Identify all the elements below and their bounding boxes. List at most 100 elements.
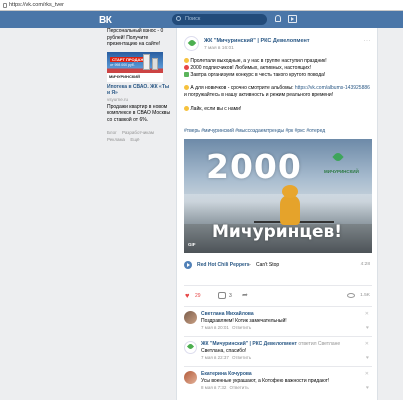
- comment-like-icon[interactable]: ♥: [366, 325, 369, 331]
- post-line-1: Пролетали выходные, а у нас в группе нас…: [184, 58, 374, 65]
- audio-track: Red Hot Chili Peppers – Can't Stop 4:28: [184, 260, 372, 272]
- post-actions: ♥ 29 3 ➦ 1.5K: [184, 291, 372, 301]
- video-big-text: 2000: [206, 147, 302, 186]
- reply-link[interactable]: Ответить: [229, 385, 248, 390]
- comment-item: Светлана Михайлова Поздравляем! Котик за…: [184, 309, 372, 337]
- search-input[interactable]: Поиск: [185, 16, 200, 22]
- comment-meta: 7 мая в 20:01 Ответить: [201, 325, 251, 330]
- views-eye-icon: [347, 293, 355, 298]
- emoji-icon: [184, 85, 189, 90]
- post-line-text: Завтра организуем конкурс в честь такого…: [190, 72, 326, 78]
- comments-count[interactable]: 3: [229, 293, 232, 299]
- post-date[interactable]: 7 мая в 16:01: [204, 46, 234, 51]
- post-text: и погружайтесь в нашу активность и режим…: [184, 91, 334, 98]
- comment-reply-to: ответил Светлане: [298, 341, 341, 347]
- footer-link-blog[interactable]: Блог: [107, 130, 117, 135]
- building-icon: [152, 57, 158, 70]
- gif-badge: GIF: [188, 242, 196, 247]
- reply-link[interactable]: Ответить: [232, 355, 251, 360]
- albums-link[interactable]: https://vk.com/albums-143925886: [295, 85, 370, 91]
- more-options-icon[interactable]: ···: [364, 38, 372, 44]
- heart-emoji-icon: [184, 65, 189, 70]
- comment-item: Екатерина Кочурова Усы военные украшают,…: [184, 369, 372, 397]
- post-line-3: Завтра организуем конкурс в честь такого…: [184, 72, 374, 79]
- vk-logo[interactable]: ВК: [99, 15, 112, 26]
- comment-like-icon[interactable]: ♥: [366, 355, 369, 361]
- post-line-text: Пролетали выходные, а у нас в группе нас…: [190, 58, 327, 64]
- comment-author[interactable]: Екатерина Кочурова: [201, 371, 252, 377]
- play-button-icon[interactable]: [184, 261, 192, 269]
- post-video-gif[interactable]: 2000 МИЧУРИНСКИЙ Мичуринцев! GIF: [184, 139, 372, 253]
- post-text: Лайк, если вы с нами!: [190, 106, 242, 112]
- comment-date[interactable]: 8 мая в 7:32: [201, 385, 226, 390]
- close-icon[interactable]: ✕: [365, 371, 369, 377]
- garfield-head: [282, 185, 298, 198]
- footer-link-more[interactable]: Ещё: [130, 137, 139, 142]
- ad-image[interactable]: СТАРТ ПРОДАЖ от 998 000 руб. МИЧУРИНСКИЙ: [107, 51, 163, 82]
- video-sky: [184, 194, 372, 224]
- building-icon: [143, 53, 150, 70]
- ad-description[interactable]: Продажи квартир в новом комплексе в СВАО…: [107, 104, 172, 124]
- lock-icon: [3, 3, 7, 8]
- divider: [184, 285, 372, 286]
- divider: [184, 366, 372, 367]
- emoji-icon: [184, 106, 189, 111]
- divider: [184, 336, 372, 337]
- notifications-bell-icon[interactable]: [275, 15, 281, 22]
- views-count: 1.5K: [360, 293, 370, 298]
- sidebar-ads: Персональный взнос - 0 рублей! Получите …: [107, 28, 172, 143]
- community-avatar[interactable]: [184, 36, 199, 51]
- share-icon[interactable]: ➦: [242, 291, 248, 299]
- close-icon[interactable]: ✕: [365, 341, 369, 347]
- commenter-avatar[interactable]: [184, 371, 197, 384]
- video-logo-text: МИЧУРИНСКИЙ: [324, 169, 359, 174]
- comment-author: ЖК "Мичуринский" | РКС Девелопмент ответ…: [201, 341, 340, 347]
- comment-author[interactable]: Светлана Михайлова: [201, 311, 254, 317]
- wall-post: ЖК "Мичуринский" | РКС Девелопмент 7 мая…: [176, 28, 378, 400]
- close-icon[interactable]: ✕: [365, 311, 369, 317]
- ad-image-tag: СТАРТ ПРОДАЖ: [110, 56, 146, 62]
- comment-meta: 8 мая в 7:32 Ответить: [201, 385, 249, 390]
- audio-title[interactable]: Can't Stop: [256, 262, 279, 268]
- comment-date[interactable]: 7 мая в 20:01: [201, 325, 229, 330]
- post-line-text: 2000 подписчиков! Любимых, активных, нас…: [190, 65, 311, 71]
- footer-links: Блог Разработчикам Реклама Ещё: [107, 129, 172, 143]
- comment-text: Поздравляем! Котик замечательный!: [201, 318, 287, 324]
- ad-text[interactable]: Персональный взнос - 0 рублей! Получите …: [107, 28, 172, 48]
- post-hashtags[interactable]: #тверь #мичуринский #мыссоздаемтренды #р…: [184, 128, 325, 134]
- ad-image-price: от 998 000 руб.: [110, 62, 135, 67]
- comment-item: ЖК "Мичуринский" | РКС Девелопмент ответ…: [184, 339, 372, 367]
- garfield-figure: [280, 195, 300, 225]
- comment-date[interactable]: 7 мая в 22:37: [201, 355, 229, 360]
- like-heart-icon[interactable]: ♥: [185, 292, 189, 300]
- comment-icon[interactable]: [218, 292, 226, 299]
- commenter-avatar[interactable]: [184, 341, 197, 354]
- footer-link-developers[interactable]: Разработчикам: [122, 130, 154, 135]
- ad-host[interactable]: vsyurne.ru: [107, 97, 172, 102]
- video-sub-text: Мичуринцев!: [212, 222, 343, 242]
- footer-link-ads[interactable]: Реклама: [107, 137, 125, 142]
- commenter-avatar[interactable]: [184, 311, 197, 324]
- emoji-icon: [184, 58, 189, 63]
- audio-duration: 4:28: [360, 262, 370, 267]
- comment-author-name[interactable]: ЖК "Мичуринский" | РКС Девелопмент: [201, 341, 297, 347]
- comment-text: Усы военные украшают, а Котофею важности…: [201, 378, 330, 384]
- url-text[interactable]: https://vk.com/rks_tver: [9, 2, 64, 8]
- music-player-icon[interactable]: [288, 15, 297, 23]
- browser-url-bar[interactable]: https://vk.com/rks_tver: [0, 0, 403, 11]
- reply-link[interactable]: Ответить: [232, 325, 251, 330]
- audio-artist[interactable]: Red Hot Chili Peppers: [197, 262, 250, 268]
- ad-image-band: МИЧУРИНСКИЙ: [109, 73, 141, 79]
- ad-title[interactable]: Ипотека в СВАО. ЖК «Ты и Я»: [107, 84, 172, 96]
- post-line-2: 2000 подписчиков! Любимых, активных, нас…: [184, 65, 374, 72]
- post-text: А для новичков - срочно смотрите альбомы…: [190, 85, 295, 91]
- post-author[interactable]: ЖК "Мичуринский" | РКС Девелопмент: [204, 38, 310, 44]
- gift-emoji-icon: [184, 72, 189, 77]
- audio-separator: –: [248, 262, 251, 268]
- post-paragraph-3: Лайк, если вы с нами!: [184, 106, 374, 113]
- comment-meta: 7 мая в 22:37 Ответить: [201, 355, 251, 360]
- post-paragraph-2: А для новичков - срочно смотрите альбомы…: [184, 85, 374, 98]
- search-icon: [176, 16, 181, 21]
- likes-count[interactable]: 29: [195, 293, 201, 299]
- comment-like-icon[interactable]: ♥: [366, 385, 369, 391]
